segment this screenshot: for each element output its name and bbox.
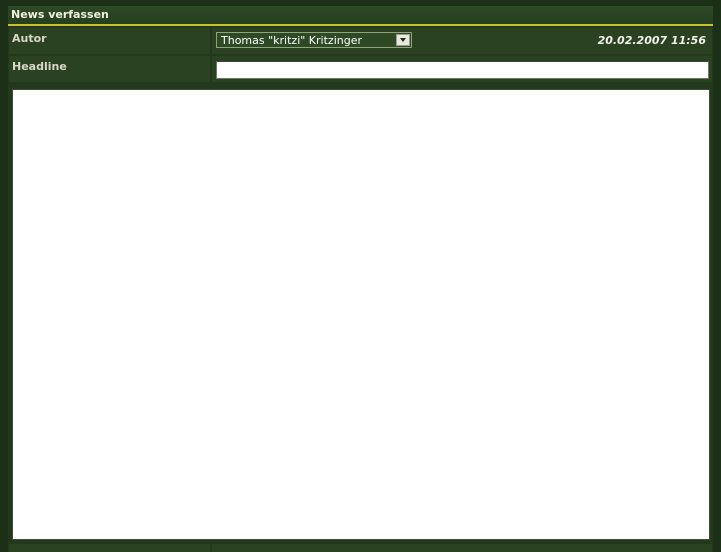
- chevron-down-icon[interactable]: [396, 34, 410, 46]
- autor-label-cell: Autor: [9, 28, 210, 54]
- news-datetime: 20.02.2007 11:56: [597, 34, 706, 47]
- headline-input[interactable]: [216, 61, 709, 79]
- news-body-editor[interactable]: [12, 89, 710, 540]
- panel-titlebar: News verfassen: [8, 6, 713, 26]
- bottom-row: [9, 544, 712, 552]
- autor-row: Autor Thomas "kritzi" Kritzinger 20.02.2…: [9, 28, 712, 54]
- autor-value-cell: Thomas "kritzi" Kritzinger 20.02.2007 11…: [212, 28, 712, 54]
- news-compose-panel: News verfassen Autor Thomas "kritzi" Kri…: [8, 6, 713, 552]
- bottom-label-cell: [9, 544, 210, 552]
- headline-row: Headline: [9, 56, 712, 82]
- headline-label: Headline: [12, 60, 67, 73]
- autor-label: Autor: [12, 32, 47, 45]
- autor-select[interactable]: Thomas "kritzi" Kritzinger: [216, 32, 412, 48]
- panel-title: News verfassen: [11, 8, 109, 21]
- headline-label-cell: Headline: [9, 56, 210, 82]
- headline-value-cell: [212, 56, 712, 82]
- bottom-value-cell: [212, 544, 712, 552]
- autor-select-value: Thomas "kritzi" Kritzinger: [221, 34, 362, 47]
